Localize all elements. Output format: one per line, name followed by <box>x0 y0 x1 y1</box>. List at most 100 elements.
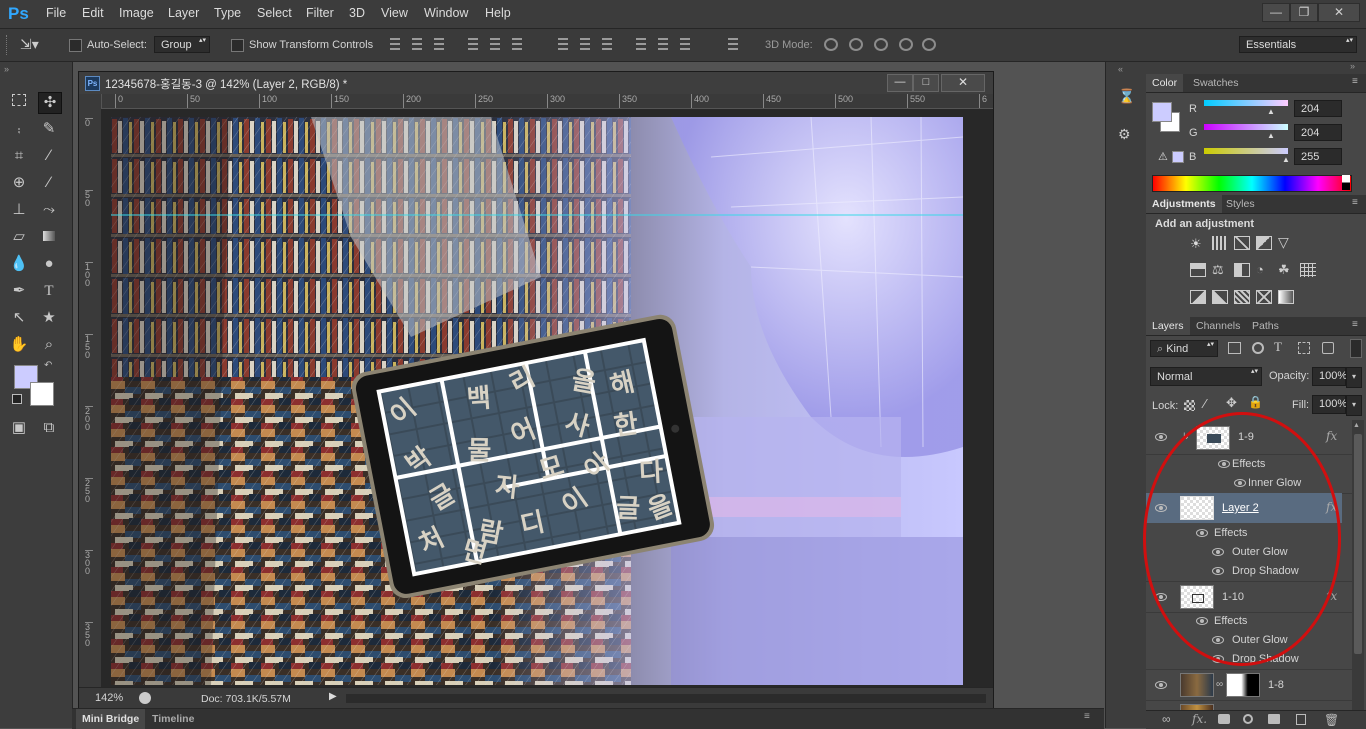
filter-toggle-switch[interactable] <box>1350 339 1362 358</box>
opacity-input[interactable]: 100% <box>1312 367 1347 386</box>
collapse-panels-icon[interactable]: » <box>1350 61 1355 71</box>
channel-b-handle[interactable]: ▲ <box>1282 155 1290 164</box>
background-color-swatch[interactable] <box>30 382 54 406</box>
align-right-icon[interactable] <box>512 38 522 50</box>
collapse-tools-icon[interactable]: » <box>4 64 9 74</box>
channel-r-input[interactable]: 204 <box>1294 100 1342 117</box>
visibility-eye-icon[interactable] <box>1155 433 1167 441</box>
opacity-dropdown-arrow-icon[interactable]: ▾ <box>1346 367 1362 388</box>
tab-mini-bridge[interactable]: Mini Bridge <box>76 709 146 729</box>
posterize-icon[interactable] <box>1212 290 1228 304</box>
scroll-up-icon[interactable]: ▲ <box>1353 422 1360 429</box>
menu-select[interactable]: Select <box>257 6 292 20</box>
distribute-vcenter-icon[interactable] <box>580 38 590 50</box>
bottom-panel-menu-icon[interactable]: ≡ <box>1084 711 1090 722</box>
vibrance-icon[interactable]: ▽ <box>1278 235 1294 250</box>
brush-tool-icon[interactable]: ∕ <box>38 173 60 193</box>
new-layer-icon[interactable] <box>1296 714 1306 725</box>
menu-image[interactable]: Image <box>119 6 154 20</box>
invert-icon[interactable] <box>1190 290 1206 304</box>
adjustments-panel-menu-icon[interactable]: ≡ <box>1352 197 1358 208</box>
layer-filter-kind-dropdown[interactable]: ⌕ Kind <box>1150 340 1218 357</box>
color-spectrum-bar[interactable] <box>1152 175 1352 192</box>
default-colors-icon[interactable] <box>12 394 22 404</box>
tab-color[interactable]: Color <box>1146 74 1184 92</box>
screen-mode-icon[interactable]: ⧉ <box>38 418 60 438</box>
color-panel-menu-icon[interactable]: ≡ <box>1352 76 1358 87</box>
zoom-tool-icon[interactable]: ⌕ <box>38 335 60 355</box>
gamut-warning-icon[interactable]: ⚠ <box>1158 150 1168 163</box>
layer-thumbnail[interactable] <box>1180 673 1214 697</box>
align-hcenter-icon[interactable] <box>490 38 500 50</box>
lock-transparent-pixels-icon[interactable] <box>1184 400 1195 411</box>
link-layers-icon[interactable]: ∞ <box>1162 712 1171 726</box>
selective-color-icon[interactable] <box>1256 290 1272 304</box>
tab-channels[interactable]: Channels <box>1190 317 1246 335</box>
doc-minimize-button[interactable]: — <box>887 74 913 92</box>
align-top-icon[interactable] <box>390 38 400 50</box>
app-minimize-button[interactable]: — <box>1262 3 1290 22</box>
visibility-eye-icon[interactable] <box>1155 681 1167 689</box>
gradient-tool-icon[interactable] <box>38 227 60 247</box>
channel-g-handle[interactable]: ▲ <box>1267 131 1275 140</box>
brightness-contrast-icon[interactable]: ☀ <box>1190 236 1206 251</box>
filter-type-icon[interactable]: T <box>1274 339 1282 355</box>
delete-layer-icon[interactable]: 🗑 <box>1324 713 1339 727</box>
history-brush-tool-icon[interactable]: ⤳ <box>38 200 60 220</box>
history-panel-icon[interactable]: ⌛ <box>1118 88 1136 106</box>
swap-colors-icon[interactable]: ↶ <box>44 360 52 371</box>
menu-type[interactable]: Type <box>214 6 241 20</box>
menu-view[interactable]: View <box>381 6 408 20</box>
tab-paths[interactable]: Paths <box>1246 317 1285 335</box>
menu-filter[interactable]: Filter <box>306 6 334 20</box>
align-bottom-icon[interactable] <box>434 38 444 50</box>
move-tool-preset-icon[interactable]: ⇲▾ <box>20 36 46 54</box>
add-mask-icon[interactable] <box>1218 714 1230 724</box>
distribute-top-icon[interactable] <box>558 38 568 50</box>
channel-g-slider[interactable] <box>1204 124 1288 130</box>
channel-b-input[interactable]: 255 <box>1294 148 1342 165</box>
add-layer-style-icon[interactable]: fx. <box>1192 712 1207 726</box>
layer-mask-thumbnail[interactable] <box>1226 673 1260 697</box>
tab-swatches[interactable]: Swatches <box>1187 74 1245 92</box>
app-restore-button[interactable]: ❐ <box>1290 3 1318 22</box>
3d-slide-icon[interactable] <box>899 38 913 51</box>
lock-all-icon[interactable]: 🔒 <box>1248 395 1263 409</box>
photo-filter-icon[interactable]: ◔ <box>1256 263 1272 277</box>
vertical-ruler[interactable]: 0 5 0 1 0 0 1 5 0 2 0 0 2 5 0 3 0 0 3 5 0 <box>79 94 102 687</box>
distribute-hcenter-icon[interactable] <box>658 38 668 50</box>
layers-scrollbar[interactable]: ▲ <box>1352 420 1364 710</box>
lock-image-pixels-icon[interactable]: ∕ <box>1204 396 1206 411</box>
eyedropper-tool-icon[interactable]: ∕ <box>38 146 60 166</box>
channel-mixer-icon[interactable]: ☘ <box>1278 263 1294 277</box>
marquee-tool-icon[interactable] <box>8 92 30 112</box>
show-transform-checkbox[interactable] <box>231 39 244 52</box>
layer-row-1-7[interactable]: 1-7 <box>1146 701 1354 710</box>
workspace-dropdown[interactable]: Essentials <box>1239 36 1357 53</box>
distribute-left-icon[interactable] <box>636 38 646 50</box>
custom-shape-tool-icon[interactable]: ★ <box>38 308 60 328</box>
layer-fx-icon[interactable]: fx <box>1326 429 1337 443</box>
doc-maximize-button[interactable]: □ <box>913 74 939 92</box>
quick-mask-icon[interactable]: ▣ <box>8 418 30 438</box>
hand-tool-icon[interactable]: ✋ <box>8 335 30 355</box>
new-group-icon[interactable] <box>1268 714 1280 724</box>
menu-edit[interactable]: Edit <box>82 6 104 20</box>
3d-pan-icon[interactable] <box>874 38 888 51</box>
menu-layer[interactable]: Layer <box>168 6 199 20</box>
filter-shape-icon[interactable] <box>1298 342 1310 354</box>
lock-position-icon[interactable]: ✥ <box>1226 395 1237 411</box>
fill-dropdown-arrow-icon[interactable]: ▾ <box>1346 395 1362 416</box>
pen-tool-icon[interactable]: ✒ <box>8 281 30 301</box>
threshold-icon[interactable] <box>1234 290 1250 304</box>
layer-row-1-8[interactable]: ∞ 1-8 <box>1146 670 1354 701</box>
3d-scale-icon[interactable] <box>922 38 936 51</box>
crop-tool-icon[interactable]: ⌗ <box>8 146 30 166</box>
horizontal-scrollbar[interactable] <box>346 694 986 703</box>
eraser-tool-icon[interactable]: ▱ <box>8 227 30 247</box>
zoom-level[interactable]: 142% <box>95 692 123 704</box>
quick-select-tool-icon[interactable]: ✎ <box>38 119 60 139</box>
menu-help[interactable]: Help <box>485 6 511 20</box>
canvas[interactable]: 이백리올해박물어사한글자모아다처람디이글을면 <box>111 117 963 685</box>
tab-timeline[interactable]: Timeline <box>150 709 196 729</box>
